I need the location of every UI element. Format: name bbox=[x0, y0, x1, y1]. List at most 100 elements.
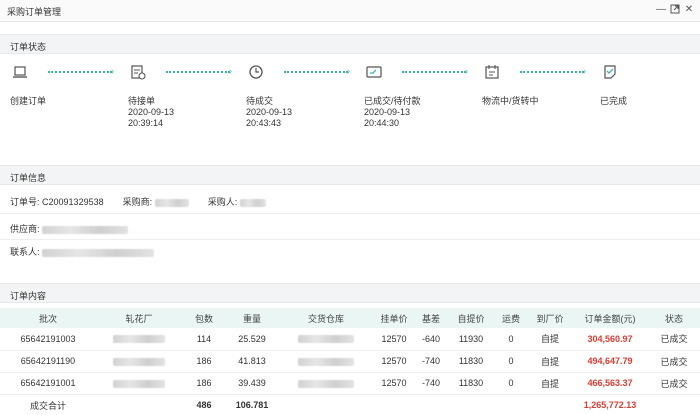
arrow-right-icon: › bbox=[347, 66, 350, 76]
step-date: 2020-09-13 bbox=[128, 107, 175, 117]
order-no-label: 订单号: bbox=[10, 197, 40, 207]
cell-amount: 304,560.97 bbox=[587, 333, 633, 344]
cell-pickup-price: 11830 bbox=[458, 356, 484, 366]
arrow-right-icon: › bbox=[583, 66, 586, 76]
close-icon[interactable]: ✕ bbox=[683, 4, 695, 16]
step-label: 已完成 bbox=[600, 96, 628, 106]
total-amount: 1,265,772.13 bbox=[583, 400, 637, 410]
order-content-table: 批次 轧花厂 包数 重量 交货仓库 挂单价 基差 自提价 运费 到厂价 订单金额… bbox=[0, 308, 700, 415]
table-row[interactable]: 65642191003 114 25.529 12570 -640 11930 … bbox=[0, 328, 700, 350]
order-info-row: 订单号: C20091329538 采购商: 采购人: bbox=[10, 195, 266, 208]
step-connector bbox=[402, 71, 466, 73]
step-date: 2020-09-13 bbox=[364, 107, 411, 117]
arrow-right-icon: › bbox=[465, 66, 468, 76]
step-label: 待接单 bbox=[128, 96, 156, 106]
step-connector bbox=[520, 71, 584, 73]
table-row[interactable]: 65642191190 186 41.813 12570 -740 11830 … bbox=[0, 350, 700, 372]
buyer-value-redacted bbox=[154, 198, 189, 207]
status-section-title: 订单状态 bbox=[10, 42, 47, 52]
col-header-status[interactable]: 状态 bbox=[648, 308, 700, 328]
col-header-basis[interactable]: 基差 bbox=[414, 308, 448, 328]
step-label: 待成交 bbox=[246, 96, 274, 106]
col-header-list-price[interactable]: 挂单价 bbox=[374, 308, 414, 328]
table-row[interactable]: 65642191001 186 39.439 12570 -740 11830 … bbox=[0, 372, 700, 394]
info-section-title: 订单信息 bbox=[10, 173, 47, 183]
cell-status: 已成交 bbox=[660, 356, 688, 367]
cell-amount: 466,563.37 bbox=[587, 378, 633, 388]
col-header-packages[interactable]: 包数 bbox=[182, 308, 226, 328]
step-pending-accept: 待接单 2020-09-13 20:39:14 bbox=[128, 64, 218, 129]
order-clock-icon bbox=[131, 65, 146, 80]
step-time: 20:39:14 bbox=[128, 118, 164, 128]
purchaser-value-redacted bbox=[239, 198, 266, 207]
cell-list-price: 12570 bbox=[381, 333, 407, 344]
col-header-factory-price[interactable]: 到厂价 bbox=[528, 308, 572, 328]
minimize-icon[interactable]: — bbox=[655, 4, 667, 16]
cell-packages: 186 bbox=[196, 378, 212, 388]
col-header-warehouse[interactable]: 交货仓库 bbox=[278, 308, 374, 328]
cell-weight: 25.529 bbox=[238, 333, 266, 344]
cell-gin-redacted bbox=[96, 372, 182, 394]
arrow-right-icon: › bbox=[111, 66, 114, 76]
cell-warehouse-redacted bbox=[278, 350, 374, 372]
clock-icon bbox=[249, 65, 263, 79]
order-no-value: C20091329538 bbox=[42, 197, 104, 207]
laptop-icon bbox=[13, 66, 27, 78]
cell-freight: 0 bbox=[508, 333, 514, 344]
step-connector bbox=[284, 71, 348, 73]
step-connector bbox=[48, 71, 112, 73]
supplier-row: 供应商: bbox=[10, 222, 129, 235]
step-label: 创建订单 bbox=[10, 96, 47, 106]
step-pending-deal: 待成交 2020-09-13 20:43:43 bbox=[246, 64, 336, 129]
step-date: 2020-09-13 bbox=[246, 107, 293, 117]
col-header-batch[interactable]: 批次 bbox=[0, 308, 96, 328]
total-label: 成交合计 bbox=[29, 400, 66, 411]
contact-label: 联系人: bbox=[10, 247, 40, 257]
col-header-weight[interactable]: 重量 bbox=[226, 308, 278, 328]
cell-batch: 65642191003 bbox=[20, 333, 76, 344]
divider bbox=[0, 239, 700, 240]
content-section-title: 订单内容 bbox=[10, 291, 47, 301]
info-section-header: 订单信息 bbox=[0, 165, 700, 185]
cell-amount: 494,647.79 bbox=[587, 356, 633, 366]
window-titlebar: 采购订单管理 — ✕ bbox=[0, 0, 700, 22]
total-packages: 486 bbox=[196, 400, 212, 410]
arrow-right-icon: › bbox=[229, 66, 232, 76]
cell-status: 已成交 bbox=[660, 334, 688, 345]
status-section-header: 订单状态 bbox=[0, 34, 700, 54]
total-weight: 106.781 bbox=[235, 400, 269, 410]
buyer-label: 采购商: bbox=[122, 197, 153, 207]
cell-gin-redacted bbox=[96, 328, 182, 350]
step-time: 20:44:30 bbox=[364, 118, 400, 128]
cell-factory-price: 自提 bbox=[540, 356, 559, 367]
table-total-row: 成交合计 486 106.781 1,265,772.13 bbox=[0, 394, 700, 415]
col-header-amount[interactable]: 订单金额(元) bbox=[572, 308, 648, 328]
table-header-row: 批次 轧花厂 包数 重量 交货仓库 挂单价 基差 自提价 运费 到厂价 订单金额… bbox=[0, 308, 700, 328]
step-label: 已成交/待付款 bbox=[364, 96, 421, 106]
cell-packages: 186 bbox=[196, 356, 212, 366]
col-header-gin[interactable]: 轧花厂 bbox=[96, 308, 182, 328]
step-label: 物流中/货转中 bbox=[482, 96, 539, 106]
cell-basis: -640 bbox=[421, 333, 440, 344]
step-completed: 已完成 bbox=[600, 64, 690, 107]
content-section-header: 订单内容 bbox=[0, 283, 700, 303]
divider bbox=[0, 213, 700, 214]
cell-pickup-price: 11830 bbox=[458, 378, 484, 388]
cell-batch: 65642191001 bbox=[20, 378, 76, 388]
cell-freight: 0 bbox=[508, 356, 514, 366]
step-connector bbox=[166, 71, 230, 73]
contact-value-redacted bbox=[42, 248, 155, 257]
cell-freight: 0 bbox=[508, 378, 514, 388]
cell-packages: 114 bbox=[196, 333, 212, 344]
col-header-freight[interactable]: 运费 bbox=[494, 308, 528, 328]
maximize-icon[interactable] bbox=[669, 4, 681, 16]
cell-batch: 65642191190 bbox=[20, 356, 76, 366]
cell-basis: -740 bbox=[421, 378, 440, 388]
col-header-pickup-price[interactable]: 自提价 bbox=[448, 308, 494, 328]
checklist-icon bbox=[604, 65, 616, 79]
cell-warehouse-redacted bbox=[278, 328, 374, 350]
supplier-value-redacted bbox=[42, 225, 129, 234]
cell-basis: -740 bbox=[421, 356, 440, 366]
cell-gin-redacted bbox=[96, 350, 182, 372]
cell-weight: 39.439 bbox=[238, 378, 266, 388]
